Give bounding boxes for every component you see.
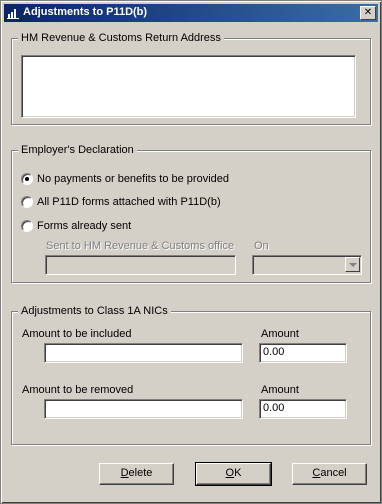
on-date-label: On — [254, 240, 269, 252]
amount-included-amount-field[interactable]: 0.00 — [259, 343, 347, 363]
delete-label-rest: elete — [128, 467, 153, 479]
cancel-button[interactable]: Cancel — [292, 463, 367, 485]
delete-button[interactable]: Delete — [99, 463, 174, 485]
ok-mnemonic: O — [225, 467, 235, 479]
radio-forms-already-sent[interactable] — [21, 220, 33, 232]
amount-included-amount-label: Amount — [261, 328, 299, 340]
cancel-label-rest: ancel — [320, 467, 347, 479]
radio-no-payments[interactable] — [21, 173, 33, 185]
delete-mnemonic: D — [120, 467, 129, 479]
amount-removed-amount-field[interactable]: 0.00 — [259, 399, 347, 419]
employers-declaration-legend: Employer's Declaration — [18, 144, 137, 156]
amount-included-description-field[interactable] — [44, 343, 243, 363]
amount-removed-label: Amount to be removed — [22, 384, 134, 396]
dropdown-button[interactable] — [345, 257, 360, 272]
amount-included-label: Amount to be included — [22, 328, 132, 340]
return-address-field[interactable] — [21, 55, 356, 118]
on-date-dropdown[interactable] — [252, 255, 362, 275]
sent-to-office-label: Sent to HM Revenue & Customs office — [46, 240, 235, 252]
bar-chart-icon — [7, 9, 19, 19]
dialog-window: Adjustments to P11D(b) ✕ HM Revenue & Cu… — [0, 0, 382, 504]
radio-all-p11d-attached-label[interactable]: All P11D forms attached with P11D(b) — [37, 196, 221, 208]
return-address-legend: HM Revenue & Customs Return Address — [18, 32, 224, 44]
chevron-down-icon — [349, 263, 357, 267]
ok-button[interactable]: OK — [195, 462, 272, 486]
title-bar[interactable]: Adjustments to P11D(b) ✕ — [4, 4, 378, 22]
amount-removed-amount-label: Amount — [261, 384, 299, 396]
radio-all-p11d-attached[interactable] — [21, 196, 33, 208]
radio-selected-dot — [25, 177, 29, 181]
close-icon: ✕ — [363, 7, 373, 18]
class-1a-nics-legend: Adjustments to Class 1A NICs — [18, 305, 171, 317]
close-button[interactable]: ✕ — [360, 6, 376, 20]
window-title: Adjustments to P11D(b) — [23, 6, 148, 18]
radio-no-payments-label[interactable]: No payments or benefits to be provided — [37, 173, 229, 185]
radio-forms-already-sent-label[interactable]: Forms already sent — [37, 220, 131, 232]
ok-label-rest: K — [234, 467, 242, 479]
sent-to-office-field[interactable] — [45, 255, 236, 275]
amount-removed-description-field[interactable] — [44, 399, 243, 419]
